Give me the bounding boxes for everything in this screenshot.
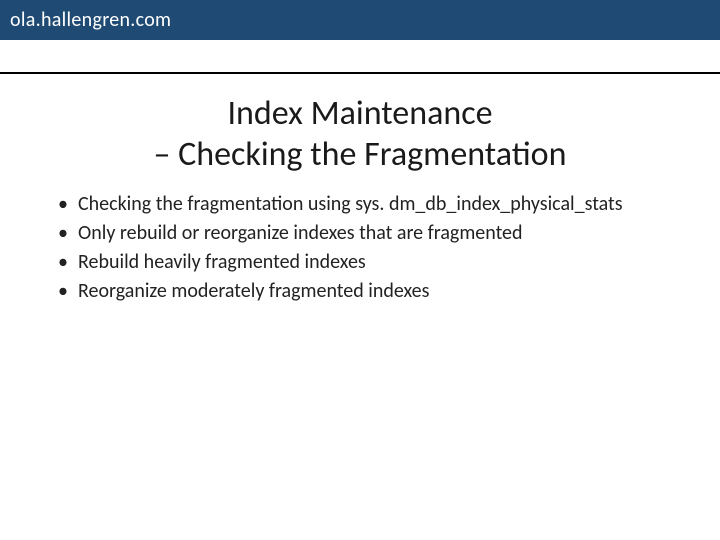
list-item: Only rebuild or reorganize indexes that … [50, 220, 670, 247]
list-item: Rebuild heavily fragmented indexes [50, 249, 670, 276]
site-url: ola.hallengren.com [10, 8, 171, 32]
list-item: Checking the fragmentation using sys. dm… [50, 191, 670, 218]
title-line-1: Index Maintenance [40, 94, 680, 135]
header-band: ola.hallengren.com [0, 0, 720, 40]
title-line-2: – Checking the Fragmentation [40, 135, 680, 176]
bullet-list: Checking the fragmentation using sys. dm… [50, 191, 670, 305]
header-separator [0, 72, 720, 74]
list-item: Reorganize moderately fragmented indexes [50, 278, 670, 305]
slide-content: Checking the fragmentation using sys. dm… [50, 191, 670, 305]
slide-title: Index Maintenance – Checking the Fragmen… [40, 94, 680, 176]
